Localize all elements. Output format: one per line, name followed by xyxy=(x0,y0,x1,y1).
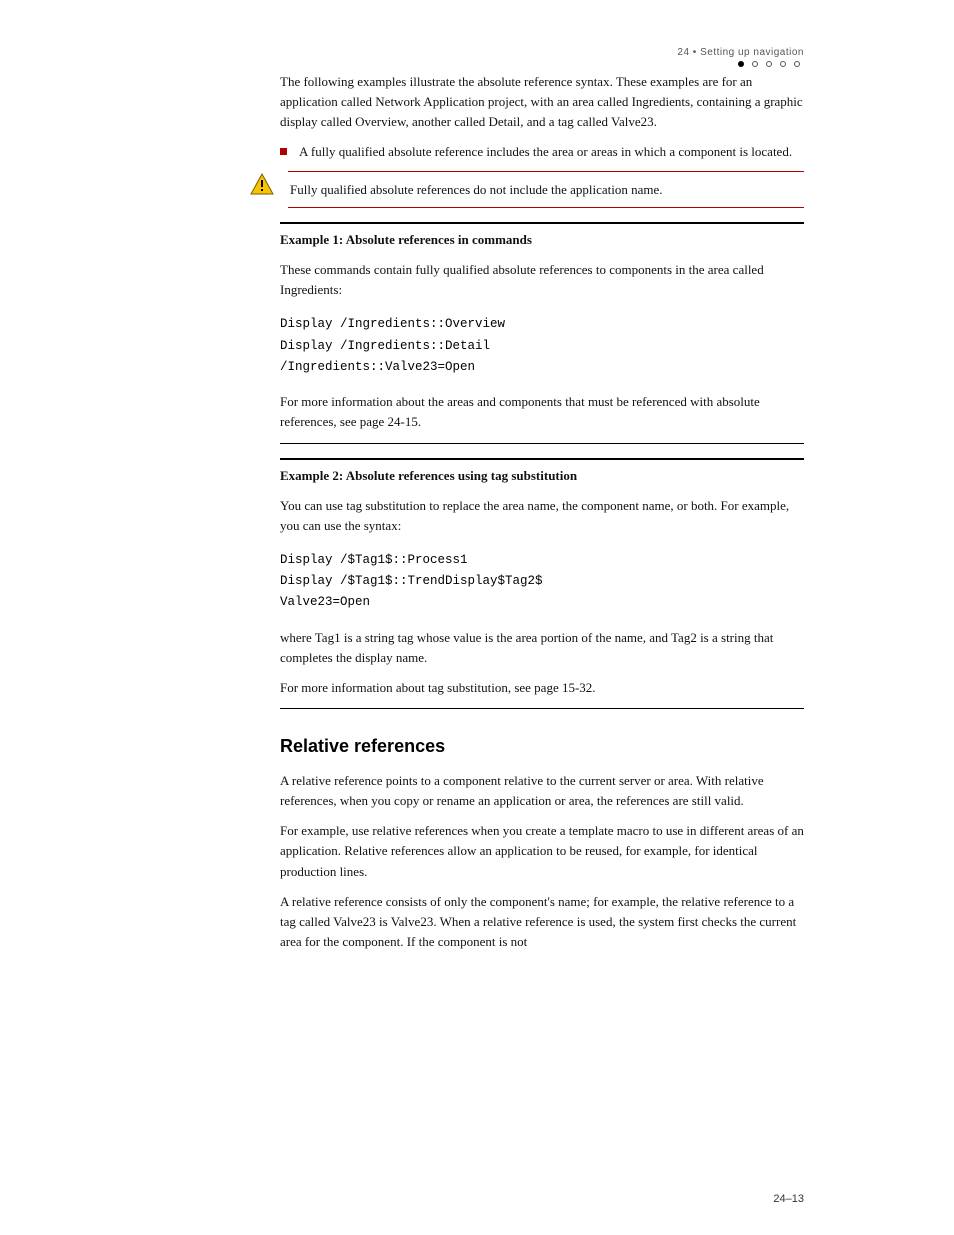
example2-heading: Example 2: Absolute references using tag… xyxy=(280,458,804,486)
page-header: 24 • Setting up navigation xyxy=(677,46,804,72)
bullet-text: A fully qualified absolute reference inc… xyxy=(299,142,804,162)
dot-icon xyxy=(794,61,800,67)
example2-heading-text: Example 2: Absolute references using tag… xyxy=(280,468,577,483)
example1-heading-text: Example 1: Absolute references in comman… xyxy=(280,232,532,247)
example1-code: Display /Ingredients::Overview Display /… xyxy=(280,314,804,378)
warning-icon xyxy=(250,173,274,195)
example2-code: Display /$Tag1$::Process1 Display /$Tag1… xyxy=(280,550,804,614)
intro-paragraph: The following examples illustrate the ab… xyxy=(280,72,804,132)
dot-icon xyxy=(752,61,758,67)
header-text: 24 • Setting up navigation xyxy=(677,47,804,58)
divider xyxy=(280,443,804,444)
dot-icon xyxy=(738,61,744,67)
rel-p2: For example, use relative references whe… xyxy=(280,821,804,881)
dot-icon xyxy=(780,61,786,67)
warning-callout: Fully qualified absolute references do n… xyxy=(250,171,804,209)
square-bullet-icon xyxy=(280,148,287,155)
example1-heading: Example 1: Absolute references in comman… xyxy=(280,222,804,250)
section-heading: Relative references xyxy=(280,733,804,761)
example2-after2: For more information about tag substitut… xyxy=(280,678,804,698)
example2-after1: where Tag1 is a string tag whose value i… xyxy=(280,628,804,668)
rel-p1: A relative reference points to a compone… xyxy=(280,771,804,811)
page-number: 24–13 xyxy=(773,1193,804,1205)
example1-more: For more information about the areas and… xyxy=(280,392,804,432)
warning-text: Fully qualified absolute references do n… xyxy=(288,171,804,209)
example1-intro: These commands contain fully qualified a… xyxy=(280,260,804,300)
divider xyxy=(280,708,804,709)
dot-icon xyxy=(766,61,772,67)
example2-para: You can use tag substitution to replace … xyxy=(280,496,804,536)
bullet-item: A fully qualified absolute reference inc… xyxy=(280,142,804,162)
rel-p3: A relative reference consists of only th… xyxy=(280,892,804,952)
